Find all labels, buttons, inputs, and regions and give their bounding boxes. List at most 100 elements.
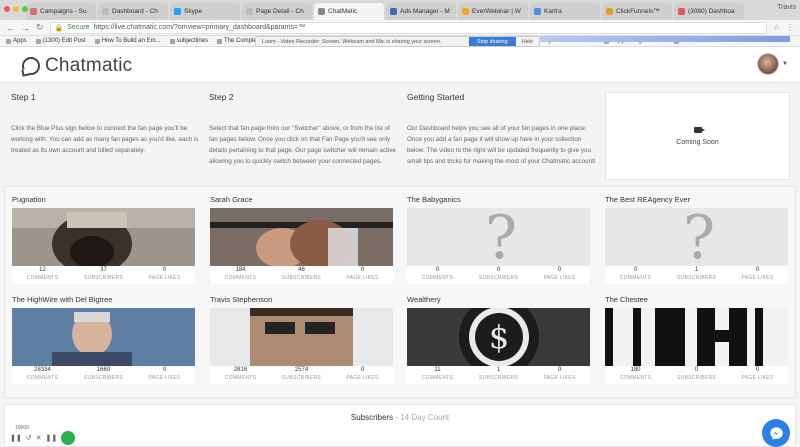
- subscribers-label: SUBSCRIBERS: [676, 375, 717, 381]
- browser-tab[interactable]: EverWebinar | W: [458, 3, 528, 20]
- page-likes-value: 0: [360, 367, 365, 373]
- page-likes-stat: 0 PAGE LIKES: [332, 266, 393, 284]
- fan-page-thumbnail[interactable]: [605, 308, 788, 366]
- bookmark-item[interactable]: subjectlines: [169, 38, 208, 44]
- video-panel[interactable]: Coming Soon: [605, 92, 790, 180]
- comments-stat: 0 COMMENTS: [605, 266, 666, 284]
- subscribers-value: 2574: [294, 367, 309, 373]
- placeholder-question-icon: ?: [683, 208, 716, 266]
- fan-page-thumbnail[interactable]: [12, 208, 195, 266]
- cancel-icon[interactable]: ✕: [36, 434, 42, 442]
- recording-controls: ❚❚ ↺ ✕ ❚❚: [0, 431, 76, 445]
- page-likes-stat: 0 PAGE LIKES: [727, 366, 788, 384]
- page-likes-label: PAGE LIKES: [346, 375, 379, 381]
- fan-page-thumbnail[interactable]: ?: [605, 208, 788, 266]
- browser-tab[interactable]: (3080) Dashboa: [674, 3, 744, 20]
- browser-tab[interactable]: Ads Manager - M: [386, 3, 456, 20]
- getting-started-text: Our Dashboard helps you see all of your …: [407, 125, 596, 165]
- subscribers-label: SUBSCRIBERS: [83, 275, 124, 281]
- messenger-chat-button[interactable]: [762, 419, 790, 447]
- browser-tab-label: Page Detail - Ch: [256, 8, 304, 15]
- fan-page-stats: 12 COMMENTS 37 SUBSCRIBERS 0 PAGE LIKES: [12, 266, 195, 284]
- reload-icon[interactable]: ↻: [36, 22, 44, 33]
- avatar[interactable]: [757, 53, 779, 75]
- fan-page-thumbnail[interactable]: [12, 308, 195, 366]
- chatmatic-logo[interactable]: Chatmatic: [22, 55, 132, 77]
- browser-tab[interactable]: Skype: [170, 3, 240, 20]
- comments-value: 12: [39, 267, 46, 273]
- browser-tab-label: EverWebinar | W: [472, 8, 521, 15]
- page-likes-label: PAGE LIKES: [741, 375, 774, 381]
- forward-arrow-icon[interactable]: →: [21, 23, 30, 33]
- close-window-button[interactable]: [4, 6, 10, 12]
- menu-dots-icon[interactable]: ⋮: [786, 23, 794, 32]
- fan-page-stats: 0 COMMENTS 1 SUBSCRIBERS 0 PAGE LIKES: [605, 266, 788, 284]
- bookmark-item[interactable]: How To Build an Em...: [94, 38, 161, 44]
- fan-page-thumbnail[interactable]: [210, 208, 393, 266]
- fan-page-name[interactable]: Sarah Grace: [210, 195, 253, 204]
- browser-tab-label: Kartra: [544, 8, 562, 15]
- address-bar: ← → ↻ 🔒 Secure https://live.chatmatic.co…: [0, 20, 800, 36]
- browser-tab-label: ClickFunnels™: [616, 8, 660, 15]
- back-arrow-icon[interactable]: ←: [6, 23, 15, 33]
- fan-page-stats: 180 COMMENTS 0 SUBSCRIBERS 0 PAGE LIKES: [605, 366, 788, 384]
- fan-page-thumbnail[interactable]: $: [407, 308, 590, 366]
- subscribers-stat: 2574 SUBSCRIBERS: [271, 366, 332, 384]
- browser-tab[interactable]: ChatMatic: [314, 3, 384, 20]
- page-likes-value: 0: [162, 267, 167, 273]
- fan-page-name[interactable]: Wealthery: [407, 295, 441, 304]
- browser-tab[interactable]: Dashboard - Ch: [98, 3, 168, 20]
- comments-stat: 28334 COMMENTS: [12, 366, 73, 384]
- star-icon[interactable]: ☆: [773, 23, 780, 32]
- page-likes-label: PAGE LIKES: [543, 375, 576, 381]
- subscribers-range: 14 Day Count: [400, 413, 450, 422]
- step1-title: Step 1: [11, 92, 36, 102]
- recording-check-icon[interactable]: [61, 431, 76, 445]
- browser-tab[interactable]: Kartra: [530, 3, 600, 20]
- video-camera-icon: [694, 127, 705, 133]
- bookmark-item[interactable]: Apps: [6, 38, 27, 44]
- browser-tab[interactable]: Campaigns - Su: [26, 3, 96, 20]
- chevron-down-icon[interactable]: ▼: [782, 61, 788, 67]
- pause-recording-icon[interactable]: ❚❚: [45, 434, 57, 442]
- subscribers-value: 0: [694, 367, 699, 373]
- fan-page-stats: 28334 COMMENTS 1660 SUBSCRIBERS 0 PAGE LIKES: [12, 366, 195, 384]
- page-likes-value: 0: [557, 267, 562, 273]
- step2-title: Step 2: [209, 92, 234, 102]
- fan-page-thumbnail[interactable]: ?: [407, 208, 590, 266]
- bookmark-item[interactable]: (1300) Edit Post: [35, 38, 86, 44]
- browser-tab[interactable]: ClickFunnels™: [602, 3, 672, 20]
- restart-icon[interactable]: ↺: [26, 434, 32, 442]
- comments-label: COMMENTS: [224, 275, 257, 281]
- fan-page-name[interactable]: The HighWire with Del Bigtree: [12, 295, 112, 304]
- pause-icon[interactable]: ❚❚: [10, 434, 22, 442]
- getting-started-block: Getting Started Our Dashboard helps you …: [407, 92, 597, 167]
- comments-value: 2816: [233, 367, 248, 373]
- fan-page-name[interactable]: Travis Stephenson: [210, 295, 272, 304]
- page-likes-value: 0: [557, 367, 562, 373]
- fan-page-name[interactable]: Pugnation: [12, 195, 46, 204]
- maximize-window-button[interactable]: [22, 6, 28, 12]
- fan-page-name[interactable]: The Best REAgency Ever: [605, 195, 690, 204]
- page-likes-stat: 0 PAGE LIKES: [332, 366, 393, 384]
- fan-page-name[interactable]: The Babyganics: [407, 195, 461, 204]
- fan-page-thumbnail[interactable]: [210, 308, 393, 366]
- browser-tab[interactable]: Page Detail - Ch: [242, 3, 312, 20]
- subscribers-title-main: Subscribers: [350, 413, 394, 422]
- lock-icon: 🔒: [54, 24, 64, 32]
- subscribers-stat: 1 SUBSCRIBERS: [468, 366, 529, 384]
- stop-sharing-button[interactable]: Stop sharing: [468, 37, 516, 46]
- getting-started-title: Getting Started: [407, 92, 465, 102]
- browser-profile-name[interactable]: Travis: [777, 4, 796, 11]
- minimize-window-button[interactable]: [13, 6, 19, 12]
- fan-page-stats: 11 COMMENTS 1 SUBSCRIBERS 0 PAGE LIKES: [407, 366, 590, 384]
- hide-button[interactable]: Hide: [516, 39, 539, 45]
- bookmark-icon: [169, 38, 175, 44]
- url-field[interactable]: 🔒 Secure https://live.chatmatic.com/?omv…: [49, 21, 767, 34]
- fan-page-name[interactable]: The Chestee: [605, 295, 648, 304]
- bookmark-icon: [94, 38, 100, 44]
- comments-stat: 2816 COMMENTS: [210, 366, 271, 384]
- subscribers-value: 0: [496, 267, 501, 273]
- subscribers-label: SUBSCRIBERS: [83, 375, 124, 381]
- subscribers-stat: 46 SUBSCRIBERS: [271, 266, 332, 284]
